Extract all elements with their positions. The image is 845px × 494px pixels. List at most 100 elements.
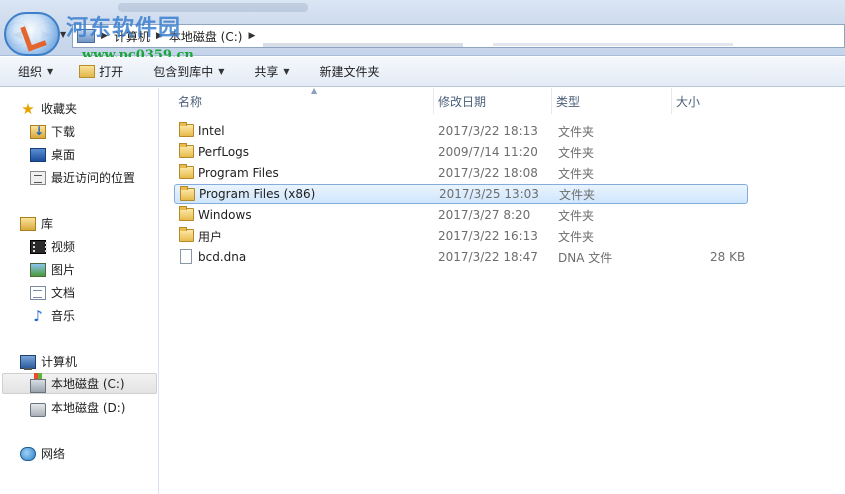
breadcrumb-computer[interactable]: 计算机	[114, 28, 150, 45]
file-row[interactable]: Program Files 2017/3/22 18:08 文件夹	[174, 163, 748, 183]
file-row[interactable]: 用户 2017/3/22 16:13 文件夹	[174, 226, 748, 246]
folder-icon	[179, 164, 194, 179]
file-modified: 2009/7/14 11:20	[438, 145, 538, 159]
chevron-down-icon: ▼	[218, 67, 225, 76]
share-label: 共享	[254, 65, 279, 79]
file-type: 文件夹	[558, 229, 595, 244]
column-header-size[interactable]: 大小	[672, 88, 752, 114]
nav-computer-label: 计算机	[41, 355, 78, 369]
music-icon: ♪	[33, 306, 43, 325]
organize-button[interactable]: 组织 ▼	[12, 61, 59, 83]
nav-item-drive-c[interactable]: 本地磁盘 (C:)	[2, 372, 157, 394]
nav-item-music[interactable]: ♪ 音乐	[30, 305, 75, 326]
nav-libraries-label: 库	[41, 217, 54, 231]
chevron-right-icon[interactable]: ▶	[156, 31, 163, 41]
arrow-right-icon: ▶	[41, 27, 51, 41]
new-folder-button[interactable]: 新建文件夹	[314, 61, 386, 83]
file-row[interactable]: Windows 2017/3/27 8:20 文件夹	[174, 205, 748, 225]
chevron-right-icon[interactable]: ▶	[248, 31, 255, 41]
nav-item-documents[interactable]: 文档	[30, 282, 75, 303]
chevron-down-icon: ▼	[47, 67, 54, 76]
picture-icon	[30, 262, 46, 277]
nav-item-recent-places[interactable]: 最近访问的位置	[30, 167, 135, 188]
video-icon	[30, 239, 47, 254]
star-icon: ★	[21, 99, 35, 118]
document-icon	[30, 285, 46, 300]
file-type: 文件夹	[558, 166, 595, 181]
nav-favorites-label: 收藏夹	[41, 102, 78, 116]
file-icon	[180, 249, 192, 264]
recent-places-icon	[30, 170, 46, 185]
file-list[interactable]: 名称 ▲ 修改日期 类型 大小 Intel 2017/3/22 18:13 文件…	[160, 86, 845, 494]
navigation-pane[interactable]: ★ 收藏夹 下载 桌面 最近访问的位置 库 视频 图片 文档 ♪ 音乐 计算机 …	[0, 88, 159, 494]
command-bar: 组织 ▼ 打开 包含到库中 ▼ 共享 ▼ 新建文件夹	[0, 57, 845, 87]
file-type: 文件夹	[558, 124, 595, 139]
nav-item-label: 最近访问的位置	[51, 171, 136, 185]
include-in-library-button[interactable]: 包含到库中 ▼	[147, 61, 230, 83]
nav-item-label: 视频	[51, 240, 76, 254]
file-modified: 2017/3/22 18:13	[438, 124, 538, 138]
nav-item-desktop[interactable]: 桌面	[30, 144, 75, 165]
nav-item-label: 本地磁盘 (C:)	[51, 377, 125, 391]
breadcrumb-drive-c[interactable]: 本地磁盘 (C:)	[169, 28, 243, 45]
nav-item-label: 本地磁盘 (D:)	[51, 401, 126, 415]
file-row-selected[interactable]: Program Files (x86) 2017/3/25 13:03 文件夹	[174, 184, 748, 204]
title-bar: ◀ ▶ ▼ ▶ 计算机 ▶ 本地磁盘 (C:) ▶	[0, 0, 845, 56]
file-row[interactable]: PerfLogs 2009/7/14 11:20 文件夹	[174, 142, 748, 162]
window-title-blurred	[118, 3, 308, 12]
file-modified: 2017/3/25 13:03	[439, 187, 539, 201]
folder-icon	[179, 206, 194, 221]
file-name: bcd.dna	[198, 250, 247, 264]
file-name: Windows	[198, 208, 252, 222]
computer-icon	[20, 354, 36, 370]
nav-item-pictures[interactable]: 图片	[30, 259, 75, 280]
downloads-folder-icon	[30, 124, 46, 139]
nav-network-label: 网络	[41, 447, 66, 461]
address-blur	[493, 43, 733, 46]
folder-open-icon	[79, 65, 96, 78]
share-button[interactable]: 共享 ▼	[248, 61, 295, 83]
library-icon	[20, 216, 36, 231]
file-name: Program Files (x86)	[199, 187, 316, 201]
nav-favorites[interactable]: ★ 收藏夹	[20, 98, 77, 119]
file-modified: 2017/3/22 18:08	[438, 166, 538, 180]
folder-icon	[180, 186, 195, 201]
address-blur	[263, 43, 463, 47]
nav-item-label: 音乐	[51, 309, 76, 323]
nav-item-label: 下载	[51, 125, 76, 139]
nav-network[interactable]: 网络	[20, 443, 65, 464]
column-header-type[interactable]: 类型	[552, 88, 672, 114]
organize-label: 组织	[18, 65, 43, 79]
file-modified: 2017/3/22 18:47	[438, 250, 538, 264]
address-bar[interactable]: ▶ 计算机 ▶ 本地磁盘 (C:) ▶	[72, 24, 845, 48]
open-label: 打开	[99, 65, 124, 79]
new-folder-label: 新建文件夹	[319, 65, 380, 79]
column-header-name[interactable]: 名称 ▲	[174, 86, 434, 114]
open-button[interactable]: 打开	[73, 61, 129, 83]
sort-ascending-icon: ▲	[311, 86, 318, 95]
nav-item-label: 图片	[51, 263, 76, 277]
chevron-right-icon[interactable]: ▶	[101, 31, 108, 41]
file-size: 28 KB	[710, 250, 746, 264]
nav-item-downloads[interactable]: 下载	[30, 121, 75, 142]
column-header-modified[interactable]: 修改日期	[434, 88, 552, 114]
file-row[interactable]: bcd.dna 2017/3/22 18:47 DNA 文件 28 KB	[174, 247, 748, 267]
computer-icon	[77, 29, 95, 43]
nav-item-videos[interactable]: 视频	[30, 236, 75, 257]
folder-icon	[179, 143, 194, 158]
nav-item-drive-d[interactable]: 本地磁盘 (D:)	[30, 397, 125, 418]
back-button[interactable]: ◀	[6, 22, 30, 46]
forward-button[interactable]: ▶	[34, 22, 58, 46]
folder-icon	[179, 122, 194, 137]
recent-pages-dropdown[interactable]: ▼	[60, 30, 66, 39]
file-modified: 2017/3/27 8:20	[438, 208, 531, 222]
file-type: DNA 文件	[558, 250, 613, 265]
arrow-left-icon: ◀	[13, 27, 23, 41]
file-row[interactable]: Intel 2017/3/22 18:13 文件夹	[174, 121, 748, 141]
column-header-label: 类型	[556, 94, 581, 109]
desktop-icon	[30, 147, 46, 162]
system-drive-icon	[30, 372, 46, 393]
nav-libraries[interactable]: 库	[20, 213, 53, 234]
file-type: 文件夹	[558, 145, 595, 160]
nav-computer[interactable]: 计算机	[20, 351, 77, 372]
